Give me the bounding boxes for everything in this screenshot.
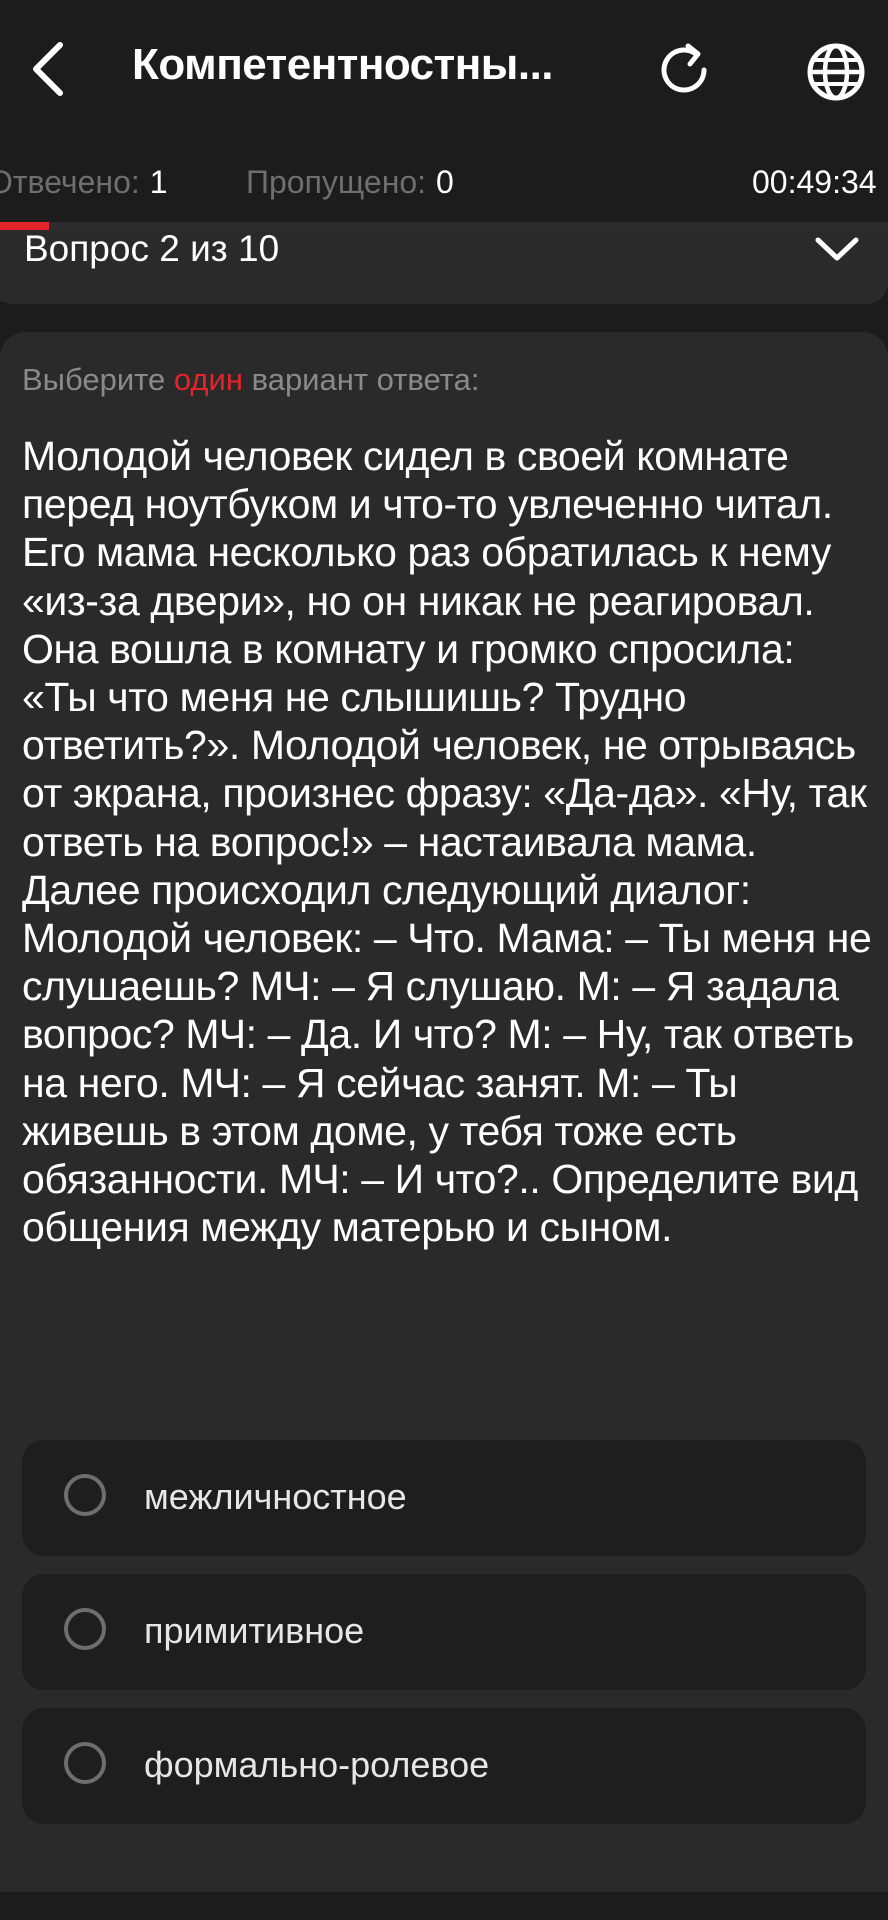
globe-icon xyxy=(807,43,865,101)
radio-button[interactable] xyxy=(64,1474,106,1516)
instruction-prefix: Выберите xyxy=(22,362,174,397)
question-selector[interactable]: Вопрос 2 из 10 xyxy=(0,222,888,304)
answered-value: 1 xyxy=(149,164,168,200)
chevron-down-icon xyxy=(815,237,859,261)
language-button[interactable] xyxy=(800,36,872,108)
back-button[interactable] xyxy=(18,30,78,108)
timer: 00:49:34 xyxy=(752,164,877,200)
chevron-left-icon xyxy=(33,42,63,96)
test-stats-bar: Отвечено: 1 Пропущено: 0 00:49:34 xyxy=(0,140,888,220)
answered-label: Отвечено: xyxy=(0,164,140,200)
question-number: Вопрос 2 из 10 xyxy=(24,228,280,269)
radio-button[interactable] xyxy=(64,1608,106,1650)
answer-option[interactable]: примитивное xyxy=(22,1574,866,1690)
progress-bar xyxy=(0,222,888,230)
option-label: примитивное xyxy=(144,1610,365,1651)
instruction-suffix: вариант ответа: xyxy=(242,362,480,397)
progress-fill xyxy=(0,222,49,230)
radio-button[interactable] xyxy=(64,1742,106,1784)
question-text: Молодой человек сидел в своей комнате пе… xyxy=(22,433,872,1251)
instruction-highlight: один xyxy=(173,362,243,397)
answer-option[interactable]: формально-ролевое xyxy=(22,1708,866,1824)
skipped-value: 0 xyxy=(436,164,454,200)
option-label: межличностное xyxy=(144,1476,407,1517)
option-label: формально-ролевое xyxy=(144,1744,490,1785)
skipped-label: Пропущено: xyxy=(246,164,427,200)
answer-option[interactable]: межличностное xyxy=(22,1440,866,1556)
answered-stat: Отвечено: 1 xyxy=(0,164,168,201)
reload-icon xyxy=(661,43,707,93)
app-header: Компетентностны... xyxy=(0,0,888,140)
skipped-stat: Пропущено: 0 xyxy=(246,164,454,201)
question-card: Выберите один вариант ответа: Молодой че… xyxy=(0,332,888,1892)
page-title: Компетентностны... xyxy=(132,40,554,89)
reload-button[interactable] xyxy=(648,34,720,106)
answer-instruction: Выберите один вариант ответа: xyxy=(22,362,479,398)
